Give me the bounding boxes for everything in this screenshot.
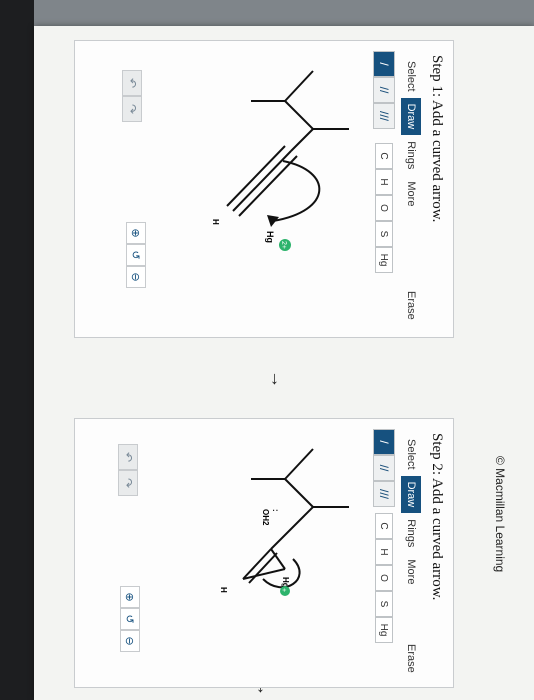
step1-h-label: H bbox=[211, 219, 220, 225]
curved-arrow bbox=[272, 160, 321, 222]
step1-zoom-controls: ⊕ ↺ ⊖ bbox=[126, 222, 146, 288]
step1-tab-more[interactable]: More bbox=[401, 175, 421, 212]
redo-icon[interactable]: ↷ bbox=[122, 96, 142, 122]
step1-molecule-canvas[interactable]: Hg 2+ H bbox=[193, 61, 363, 321]
step1-tab-select[interactable]: Select bbox=[401, 55, 421, 98]
step1-atom-c[interactable]: C bbox=[375, 143, 393, 169]
undo-icon[interactable]: ↶ bbox=[118, 444, 138, 470]
bond bbox=[284, 100, 314, 130]
step2-triple-bond-button[interactable]: /// bbox=[373, 481, 395, 507]
step1-history-controls: ↶ ↷ bbox=[122, 70, 142, 122]
step1-atom-o[interactable]: O bbox=[375, 195, 393, 221]
step2-atom-s[interactable]: S bbox=[375, 591, 393, 617]
step2-atom-h[interactable]: H bbox=[375, 539, 393, 565]
step2-zoom-controls: ⊕ ↺ ⊖ bbox=[120, 586, 140, 652]
step2-erase-button[interactable]: Erase bbox=[405, 644, 417, 673]
copyright: © Macmillan Learning bbox=[493, 456, 507, 573]
step1-erase-button[interactable]: Erase bbox=[405, 291, 417, 320]
step1-tab-draw[interactable]: Draw bbox=[401, 97, 421, 136]
bond bbox=[284, 448, 314, 480]
bond bbox=[290, 128, 314, 152]
step2-tab-rings[interactable]: Rings bbox=[401, 513, 421, 553]
bond bbox=[270, 548, 286, 570]
page-header: © Macmillan Learning bbox=[474, 26, 534, 700]
arrow-down-icon: ↓ bbox=[270, 368, 279, 388]
step1-atom-tools: C H O S Hg bbox=[375, 143, 393, 273]
bond bbox=[232, 150, 292, 212]
zoom-out-icon[interactable]: ⊖ bbox=[120, 630, 140, 652]
step2-tab-more[interactable]: More bbox=[401, 553, 421, 590]
step1-atom-h[interactable]: H bbox=[375, 169, 393, 195]
step2-h-label: H bbox=[219, 587, 228, 593]
step2-tab-select[interactable]: Select bbox=[401, 433, 421, 476]
step2-atom-tools: C H O S Hg bbox=[375, 513, 393, 643]
step1-triple-bond-button[interactable]: /// bbox=[373, 103, 395, 129]
redo-icon[interactable]: ↷ bbox=[118, 470, 138, 496]
bond bbox=[284, 70, 314, 102]
undo-icon[interactable]: ↶ bbox=[122, 70, 142, 96]
step1-hg-label: Hg bbox=[265, 231, 275, 243]
step2-double-bond-button[interactable]: // bbox=[373, 455, 395, 481]
step1-tabs: Select Draw Rings More bbox=[401, 55, 421, 212]
zoom-out-icon[interactable]: ⊖ bbox=[126, 266, 146, 288]
step2-bond-tools: / // /// bbox=[373, 429, 395, 507]
step1-atom-hg[interactable]: Hg bbox=[375, 247, 393, 273]
step2-tabs: Select Draw Rings More bbox=[401, 433, 421, 590]
step2-oh2-label: OH2 bbox=[261, 509, 270, 526]
zoom-in-icon[interactable]: ⊕ bbox=[120, 586, 140, 608]
step2-charge-label: + bbox=[280, 588, 287, 592]
step1-single-bond-button[interactable]: / bbox=[373, 51, 395, 77]
step2-molecule-canvas[interactable]: OH2 : Hg + H bbox=[193, 439, 363, 679]
step2-title: Step 2: Add a curved arrow. bbox=[429, 433, 445, 601]
step2-atom-c[interactable]: C bbox=[375, 513, 393, 539]
bond bbox=[284, 478, 314, 508]
step2-tab-draw[interactable]: Draw bbox=[401, 475, 421, 514]
step2-history-controls: ↶ ↷ bbox=[118, 444, 138, 496]
zoom-reset-icon[interactable]: ↺ bbox=[126, 244, 146, 266]
zoom-in-icon[interactable]: ⊕ bbox=[126, 222, 146, 244]
step2-single-bond-button[interactable]: / bbox=[373, 429, 395, 455]
step1-bond-tools: / // /// bbox=[373, 51, 395, 129]
zoom-reset-icon[interactable]: ↺ bbox=[120, 608, 140, 630]
step1-atom-s[interactable]: S bbox=[375, 221, 393, 247]
step2-atom-hg[interactable]: Hg bbox=[375, 617, 393, 643]
bond bbox=[270, 506, 314, 550]
step2-atom-o[interactable]: O bbox=[375, 565, 393, 591]
photo-background-edge bbox=[0, 0, 34, 700]
step1-tab-rings[interactable]: Rings bbox=[401, 135, 421, 175]
bond bbox=[242, 568, 286, 580]
step1-title: Step 1: Add a curved arrow. bbox=[429, 55, 445, 223]
step1-charge-label: 2+ bbox=[280, 241, 287, 249]
step2-lone-pair: : bbox=[271, 509, 280, 512]
page: © Macmillan Learning Step 1: Add a curve… bbox=[34, 26, 534, 700]
step1-double-bond-button[interactable]: // bbox=[373, 77, 395, 103]
